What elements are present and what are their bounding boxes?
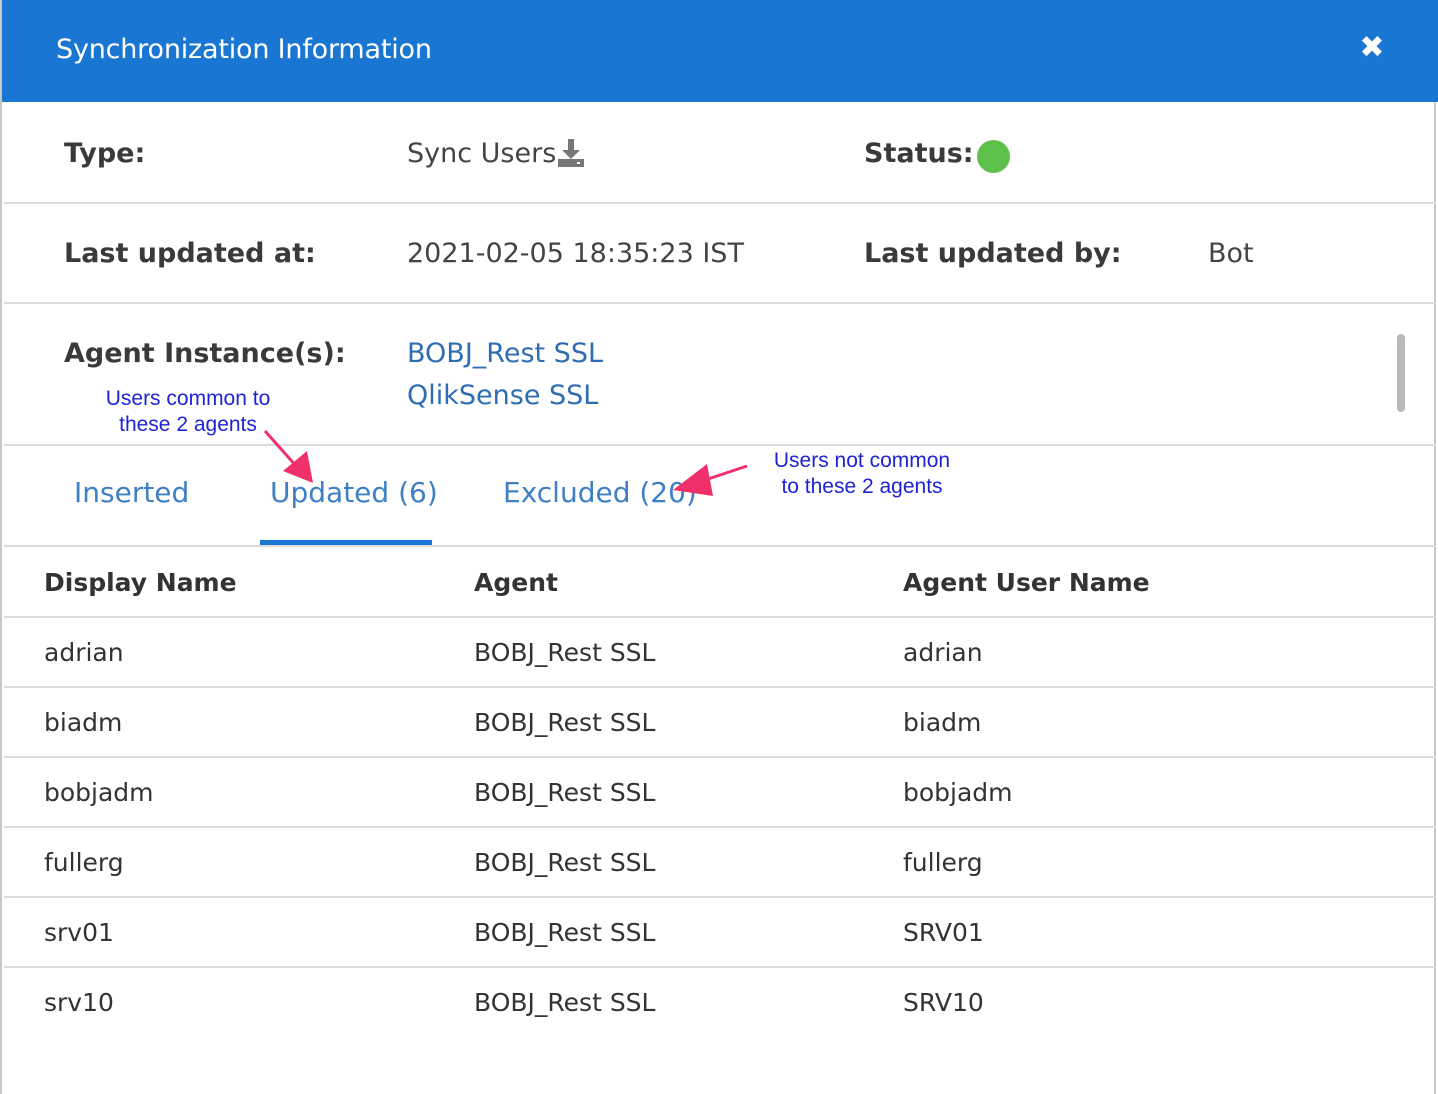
cell-agent-user-name: fullerg: [903, 848, 983, 877]
annotation-arrow-excluded: [673, 464, 748, 496]
agent-instance-link[interactable]: QlikSense SSL: [407, 380, 598, 411]
last-updated-at-value: 2021-02-05 18:35:23 IST: [407, 238, 744, 269]
last-updated-by-label: Last updated by:: [864, 238, 1122, 269]
column-header-display-name[interactable]: Display Name: [44, 568, 237, 597]
cell-display-name: fullerg: [44, 848, 124, 877]
column-header-agent-user-name[interactable]: Agent User Name: [903, 568, 1150, 597]
table-header-divider: [4, 616, 1436, 618]
cell-agent-user-name: bobjadm: [903, 778, 1013, 807]
dialog-title: Synchronization Information: [56, 34, 432, 65]
cell-agent-user-name: biadm: [903, 708, 982, 737]
close-icon[interactable]: ✖: [1354, 30, 1390, 66]
row-divider: [4, 896, 1436, 898]
type-label: Type:: [64, 138, 146, 169]
tab-inserted[interactable]: Inserted: [74, 476, 189, 509]
agent-instance-link[interactable]: BOBJ_Rest SSL: [407, 338, 603, 369]
cell-agent-user-name: SRV10: [903, 988, 984, 1017]
cell-agent: BOBJ_Rest SSL: [474, 918, 656, 947]
status-indicator: [977, 140, 1010, 173]
agent-instances-label: Agent Instance(s):: [64, 338, 346, 369]
cell-agent: BOBJ_Rest SSL: [474, 778, 656, 807]
row-divider: [4, 756, 1436, 758]
last-updated-at-label: Last updated at:: [64, 238, 316, 269]
sync-info-dialog: Synchronization Information ✖ Type: Sync…: [0, 0, 1438, 1094]
row-divider: [4, 686, 1436, 688]
cell-display-name: srv01: [44, 918, 114, 947]
type-value: Sync Users: [407, 138, 557, 169]
annotation-common-line1: Users common to: [105, 387, 271, 410]
cell-display-name: srv10: [44, 988, 114, 1017]
cell-display-name: adrian: [44, 638, 124, 667]
row-divider: [4, 966, 1436, 968]
cell-display-name: bobjadm: [44, 778, 154, 807]
cell-display-name: biadm: [44, 708, 123, 737]
cell-agent-user-name: adrian: [903, 638, 983, 667]
column-header-agent[interactable]: Agent: [474, 568, 558, 597]
cell-agent: BOBJ_Rest SSL: [474, 708, 656, 737]
annotation-arrow-updated: [263, 430, 313, 483]
annotation-not-common: Users not common to these 2 agents: [757, 448, 967, 500]
download-icon[interactable]: [555, 137, 587, 169]
cell-agent-user-name: SRV01: [903, 918, 984, 947]
row-divider: [4, 826, 1436, 828]
info-row-type: [4, 102, 1436, 204]
cell-agent: BOBJ_Rest SSL: [474, 988, 656, 1017]
dialog-header: Synchronization Information ✖: [2, 0, 1438, 102]
tabs-divider: [4, 545, 1436, 547]
annotation-not-common-line1: Users not common: [773, 449, 951, 472]
info-scrollbar[interactable]: [1397, 334, 1405, 412]
cell-agent: BOBJ_Rest SSL: [474, 638, 656, 667]
last-updated-by-value: Bot: [1208, 238, 1254, 269]
status-label: Status:: [864, 138, 974, 169]
annotation-not-common-line2: to these 2 agents: [781, 475, 943, 498]
cell-agent: BOBJ_Rest SSL: [474, 848, 656, 877]
